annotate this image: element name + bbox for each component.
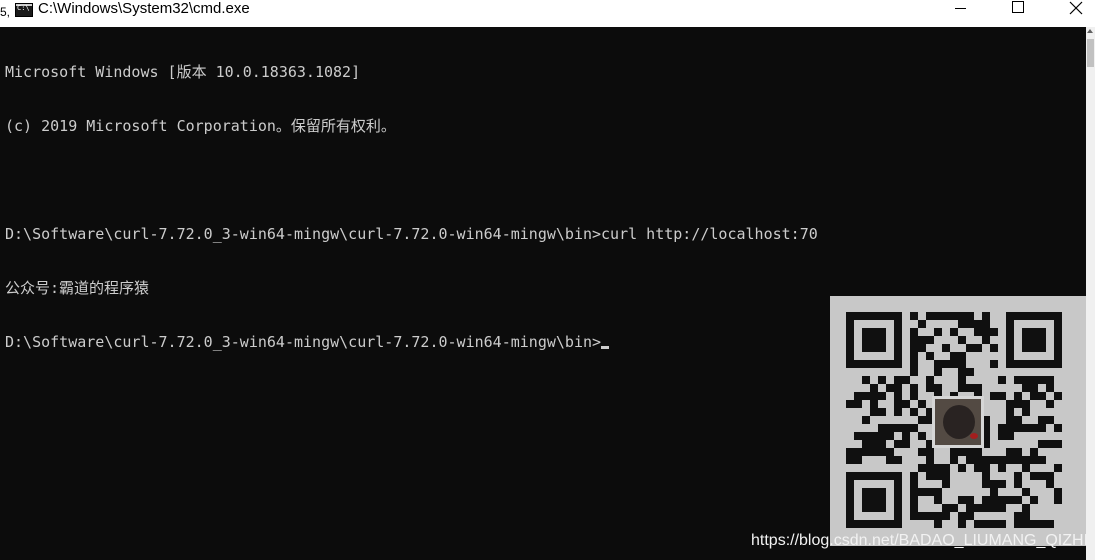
qr-center-avatar <box>932 396 984 448</box>
console-prompt-line[interactable]: D:\Software\curl-7.72.0_3-win64-mingw\cu… <box>5 333 818 351</box>
cmd-window: 5, C:\ C:\Windows\System32\cmd.exe Micro… <box>0 0 1095 560</box>
console-line: Microsoft Windows [版本 10.0.18363.1082] <box>5 63 361 81</box>
vertical-scrollbar[interactable] <box>1086 27 1095 560</box>
title-bar[interactable]: 5, C:\ C:\Windows\System32\cmd.exe <box>0 0 1095 27</box>
close-icon <box>1069 1 1083 15</box>
maximize-icon <box>1012 1 1024 13</box>
minimize-button[interactable] <box>931 0 989 18</box>
maximize-button[interactable] <box>989 0 1047 18</box>
console-line: D:\Software\curl-7.72.0_3-win64-mingw\cu… <box>5 225 818 243</box>
scroll-thumb[interactable] <box>1087 39 1094 67</box>
close-button[interactable] <box>1047 0 1095 18</box>
cmd-icon[interactable]: C:\ <box>15 3 33 17</box>
window-title: C:\Windows\System32\cmd.exe <box>38 0 250 17</box>
qr-code-watermark <box>830 296 1086 546</box>
minimize-icon <box>955 8 966 9</box>
text-cursor <box>601 346 610 349</box>
console-line: (c) 2019 Microsoft Corporation。保留所有权利。 <box>5 117 396 135</box>
title-stub: 5, <box>0 5 11 19</box>
scroll-up-arrow-icon[interactable] <box>1087 29 1093 33</box>
console-prompt: D:\Software\curl-7.72.0_3-win64-mingw\cu… <box>5 333 602 351</box>
console-line: 公众号:霸道的程序猿 <box>5 279 150 297</box>
blog-url-watermark: https://blog.csdn.net/BADAO_LIUMANG_QIZH… <box>751 532 1089 549</box>
